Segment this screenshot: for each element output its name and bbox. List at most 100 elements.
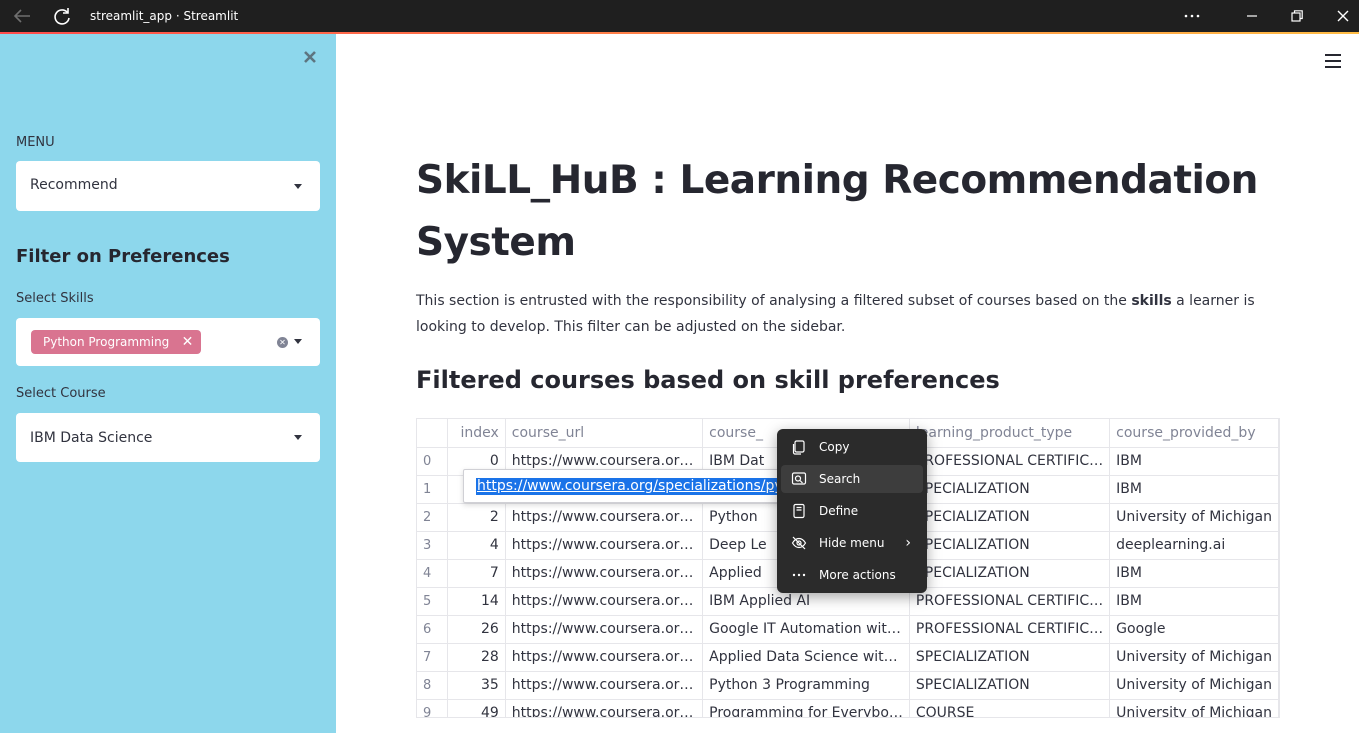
course-select[interactable]: IBM Data Science [16,413,320,462]
table-cell[interactable]: 35 [447,671,506,700]
table-cell[interactable]: IBM [1109,587,1279,616]
menu-item-more-actions[interactable]: More actions [781,561,923,589]
course-select-value: IBM Data Science [30,430,153,446]
chevron-down-icon [294,339,302,344]
menu-item-copy[interactable]: Copy [781,433,923,461]
copy-icon [792,440,805,455]
window-titlebar: streamlit_app · Streamlit [0,0,1359,32]
skill-chip-label: Python Programming [43,335,170,349]
close-sidebar-icon[interactable] [302,49,318,65]
table-cell[interactable]: Google [1109,615,1279,644]
book-icon [793,503,805,519]
chevron-down-icon [294,435,302,440]
more-options-icon[interactable] [1182,6,1202,26]
url-cell-editor[interactable]: https://www.coursera.org/specializations… [463,469,816,503]
table-cell[interactable]: Python 3 Programming [702,671,910,700]
restore-icon[interactable] [1287,6,1307,26]
column-header[interactable]: index [447,419,506,448]
row-index: 7 [417,643,449,672]
table-cell[interactable]: PROFESSIONAL CERTIFIC… [909,447,1111,476]
section-subheading: Filtered courses based on skill preferen… [416,366,1000,394]
table-cell[interactable]: 2 [447,503,506,532]
table-cell[interactable]: University of Michigan [1109,503,1279,532]
table-cell[interactable]: SPECIALIZATION [909,531,1111,560]
table-cell[interactable]: IBM [1109,559,1279,588]
table-cell[interactable]: 26 [447,615,506,644]
description-paragraph: This section is entrusted with the respo… [416,293,1255,335]
skill-chip: Python Programming ✕ [31,330,202,354]
column-header[interactable]: course_url [505,419,704,448]
table-row: 7 28 https://www.coursera.or… Applied Data … [417,643,1279,672]
table-cell[interactable]: https://www.coursera.or… [505,587,704,616]
chevron-down-icon [294,184,302,189]
table-cell[interactable]: https://www.coursera.or… [505,559,704,588]
table-cell[interactable]: University of Michigan [1109,671,1279,700]
table-cell[interactable]: https://www.coursera.or… [505,643,704,672]
table-cell[interactable]: https://www.coursera.or… [505,699,704,717]
table-cell[interactable]: https://www.coursera.or… [505,531,704,560]
back-arrow-icon[interactable] [12,7,32,25]
table-cell[interactable]: SPECIALIZATION [909,643,1111,672]
table-cell[interactable]: https://www.coursera.or… [505,503,704,532]
window-title: streamlit_app · Streamlit [90,9,239,23]
table-cell[interactable]: IBM [1109,447,1279,476]
selected-url-text[interactable]: https://www.coursera.org/specializations… [476,478,816,495]
row-index: 9 [417,699,449,717]
table-cell[interactable]: IBM [1109,475,1279,504]
row-index: 2 [417,503,449,532]
chevron-right-icon: › [905,535,911,551]
skills-label: Select Skills [16,291,94,306]
table-cell[interactable]: https://www.coursera.or… [505,671,704,700]
table-cell[interactable]: SPECIALIZATION [909,475,1111,504]
row-index: 8 [417,671,449,700]
menu-select-value: Recommend [30,177,118,193]
course-label: Select Course [16,386,106,401]
remove-chip-icon[interactable]: ✕ [182,330,194,354]
table-row: 8 35 https://www.coursera.or… Python 3 Prog… [417,671,1279,700]
skills-multiselect[interactable]: Python Programming ✕ ✕ [16,318,320,366]
reload-icon[interactable] [52,6,72,26]
table-cell[interactable]: 7 [447,559,506,588]
eye-off-icon [791,536,807,550]
close-window-icon[interactable] [1333,6,1353,26]
table-cell[interactable]: University of Michigan [1109,643,1279,672]
more-icon [792,573,806,577]
context-menu: Copy Search Define Hide menu › More acti… [777,429,927,593]
table-cell[interactable]: SPECIALIZATION [909,559,1111,588]
filter-heading: Filter on Preferences [16,246,230,267]
column-header[interactable]: learning_product_type [909,419,1111,448]
column-header[interactable] [417,419,449,448]
menu-item-hide-menu[interactable]: Hide menu › [781,529,923,557]
skills-bold: skills [1131,293,1172,309]
menu-label: MENU [16,135,55,150]
row-index: 0 [417,447,449,476]
hamburger-menu-icon[interactable] [1325,54,1341,68]
table-cell[interactable]: 49 [447,699,506,717]
row-index: 5 [417,587,449,616]
table-cell[interactable]: 14 [447,587,506,616]
table-cell[interactable]: PROFESSIONAL CERTIFIC… [909,615,1111,644]
minimize-icon[interactable] [1242,6,1262,26]
table-cell[interactable]: SPECIALIZATION [909,671,1111,700]
table-cell[interactable]: Programming for Everybo… [702,699,910,717]
table-cell[interactable]: COURSE [909,699,1111,717]
table-cell[interactable]: 4 [447,531,506,560]
row-index: 4 [417,559,449,588]
table-cell[interactable]: Applied Data Science wit… [702,643,910,672]
table-cell[interactable]: PROFESSIONAL CERTIFIC… [909,587,1111,616]
table-cell[interactable]: SPECIALIZATION [909,503,1111,532]
menu-item-define[interactable]: Define [781,497,923,525]
table-cell[interactable]: University of Michigan [1109,699,1279,717]
table-cell[interactable]: https://www.coursera.or… [505,615,704,644]
search-icon [791,472,807,485]
table-cell[interactable]: 28 [447,643,506,672]
clear-all-icon[interactable]: ✕ [277,337,288,348]
sidebar: MENU Recommend Filter on Preferences Sel… [0,34,336,733]
column-header[interactable]: course_provided_by [1109,419,1279,448]
menu-select[interactable]: Recommend [16,161,320,211]
menu-item-search[interactable]: Search [781,465,923,493]
table-cell[interactable]: Google IT Automation wit… [702,615,910,644]
table-row: 6 26 https://www.coursera.or… Google IT Aut… [417,615,1279,644]
table-cell[interactable]: deeplearning.ai [1109,531,1279,560]
row-index: 3 [417,531,449,560]
